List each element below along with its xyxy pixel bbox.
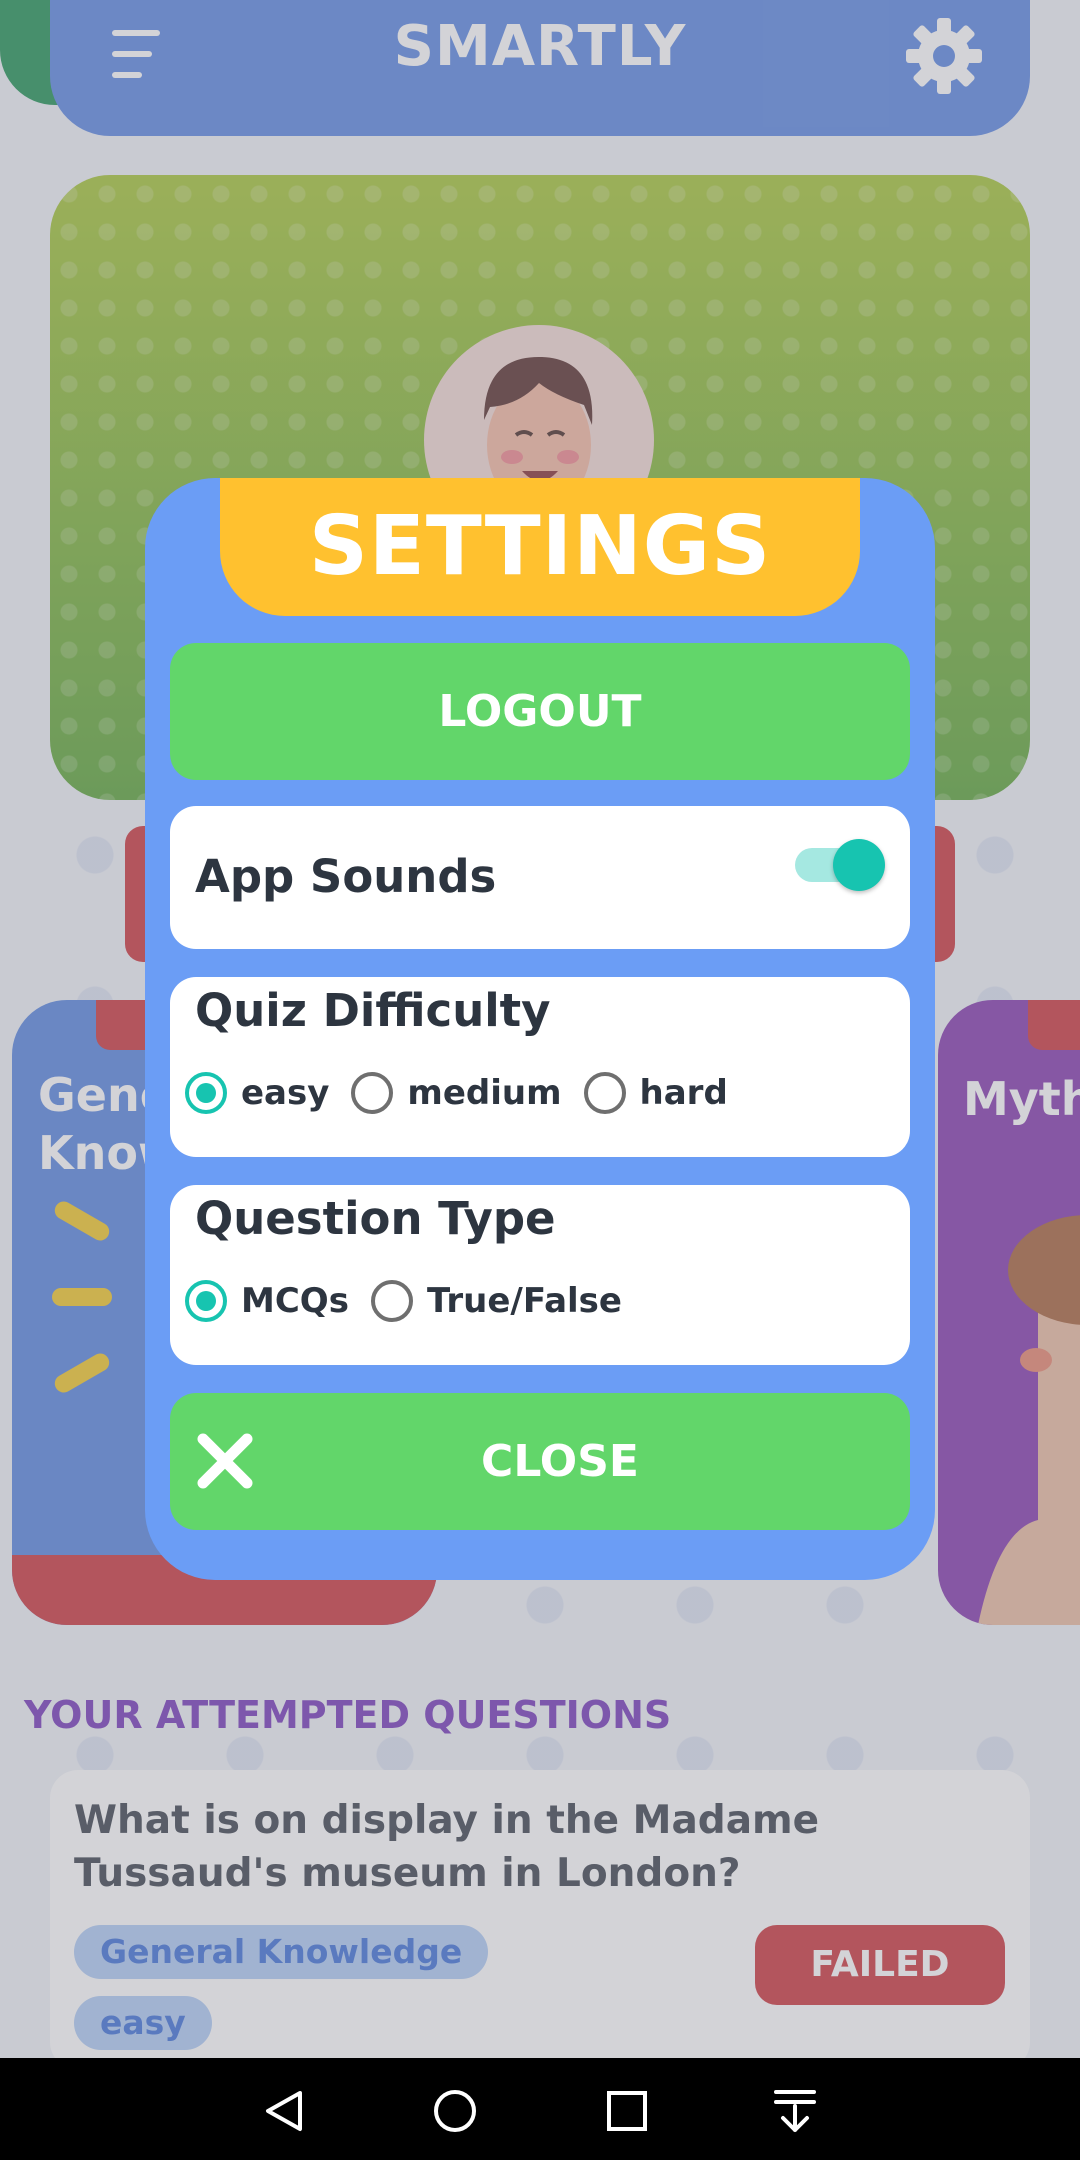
settings-dialog: SETTINGS LOGOUT App Sounds Quiz Difficul… [145,478,935,1580]
system-nav-bar [0,2058,1080,2160]
radio-mcqs[interactable] [185,1280,227,1322]
notification-shade-icon[interactable] [772,2086,818,2136]
difficulty-options: easy medium hard [185,1072,750,1114]
logout-button[interactable]: LOGOUT [170,643,910,780]
recents-icon[interactable] [604,2088,650,2134]
settings-header: SETTINGS [220,478,860,616]
toggle-knob[interactable] [833,839,885,891]
close-label: CLOSE [481,1436,639,1487]
radio-true-false[interactable] [370,1280,413,1322]
close-button[interactable]: CLOSE [170,1393,910,1530]
close-icon [197,1433,253,1489]
radio-label-easy[interactable]: easy [241,1073,329,1113]
back-icon[interactable] [262,2088,308,2134]
radio-label-medium[interactable]: medium [407,1073,561,1113]
radio-label-mcqs[interactable]: MCQs [241,1281,349,1321]
radio-medium[interactable] [351,1072,394,1114]
quiz-difficulty-panel: Quiz Difficulty easy medium hard [170,977,910,1157]
question-type-options: MCQs True/False [185,1280,644,1322]
settings-title: SETTINGS [308,499,772,594]
radio-label-true-false[interactable]: True/False [427,1281,622,1321]
question-type-panel: Question Type MCQs True/False [170,1185,910,1365]
radio-easy[interactable] [185,1072,227,1114]
app-sounds-label: App Sounds [195,850,497,903]
home-icon[interactable] [432,2088,478,2134]
question-type-label: Question Type [195,1192,556,1245]
radio-label-hard[interactable]: hard [640,1073,728,1113]
quiz-difficulty-label: Quiz Difficulty [195,984,551,1037]
app-sounds-panel: App Sounds [170,806,910,949]
radio-hard[interactable] [583,1072,626,1114]
